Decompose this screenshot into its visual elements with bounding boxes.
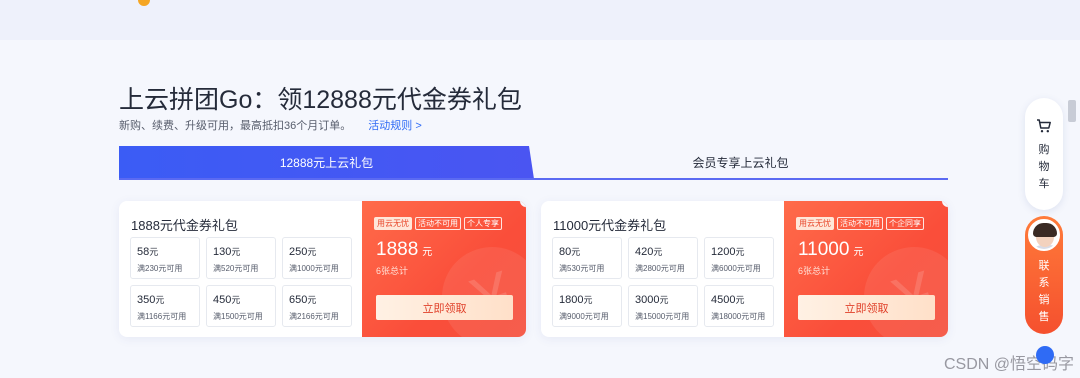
voucher-condition: 满230元可用 (137, 264, 183, 273)
ticket-notch (520, 201, 526, 207)
voucher-unit: 元 (659, 295, 669, 305)
total-amount: 1888 元 (376, 239, 433, 260)
claim-button[interactable]: 立即领取 (376, 295, 513, 320)
voucher-unit: 元 (149, 247, 159, 257)
voucher-unit: 元 (735, 247, 745, 257)
voucher-unit: 元 (307, 247, 317, 257)
sales-avatar (1028, 219, 1060, 251)
tag-list: 用云无忧 活动不可用 个人专享 (374, 217, 502, 230)
cart-icon (1037, 119, 1051, 133)
voucher-unit: 元 (735, 295, 745, 305)
tab-12888-gift[interactable]: 12888元上云礼包 (119, 146, 534, 179)
voucher-amount: 650 (289, 294, 308, 306)
gift-tabs: 12888元上云礼包 会员专享上云礼包 (119, 146, 948, 180)
voucher-unit: 元 (653, 247, 663, 257)
voucher-amount: 4500 (711, 294, 736, 306)
rules-link[interactable]: 活动规则 > (368, 120, 421, 132)
voucher-amount: 420 (635, 246, 654, 258)
page-title: 上云拼团Go：领12888元代金券礼包 (119, 86, 522, 114)
voucher-item: 450元满1500元可用 (206, 285, 276, 327)
voucher-count: 6张总计 (376, 266, 409, 276)
voucher-condition: 满6000元可用 (711, 264, 761, 273)
voucher-unit: 元 (155, 295, 165, 305)
voucher-item: 420元满2800元可用 (628, 237, 698, 279)
promo-panel: ¥ 用云无忧 活动不可用 个企同享 11000元 6张总计 立即领取 (784, 201, 948, 337)
voucher-item: 3000元满15000元可用 (628, 285, 698, 327)
tab-label: 12888元上云礼包 (279, 156, 374, 170)
tag-badge: 用云无忧 (374, 217, 412, 230)
cart-widget[interactable]: 购物车 (1025, 98, 1063, 210)
voucher-item: 650元满2166元可用 (282, 285, 352, 327)
voucher-condition: 满530元可用 (559, 264, 605, 273)
voucher-item: 1200元满6000元可用 (704, 237, 774, 279)
promo-panel: ¥ 用云无忧 活动不可用 个人专享 1888元 6张总计 立即领取 (362, 201, 526, 337)
voucher-condition: 满18000元可用 (711, 312, 766, 321)
tag-badge: 个企同享 (886, 217, 924, 230)
voucher-unit: 元 (571, 247, 581, 257)
claim-button[interactable]: 立即领取 (798, 295, 935, 320)
voucher-condition: 满15000元可用 (635, 312, 690, 321)
voucher-amount: 80 (559, 246, 572, 258)
ticket-notch (942, 201, 948, 207)
voucher-amount: 350 (137, 294, 156, 306)
voucher-amount: 250 (289, 246, 308, 258)
voucher-item: 58元满230元可用 (130, 237, 200, 279)
voucher-condition: 满2800元可用 (635, 264, 685, 273)
voucher-item: 130元满520元可用 (206, 237, 276, 279)
tab-underline (119, 178, 948, 180)
voucher-condition: 满2166元可用 (289, 312, 339, 321)
voucher-amount: 450 (213, 294, 232, 306)
total-amount: 11000 元 (798, 239, 864, 260)
voucher-item: 350元满1166元可用 (130, 285, 200, 327)
voucher-unit: 元 (307, 295, 317, 305)
card-title: 11000元代金券礼包 (553, 218, 667, 233)
voucher-item: 4500元满18000元可用 (704, 285, 774, 327)
help-bubble-icon[interactable] (1036, 346, 1054, 364)
gift-card-1888: 1888元代金券礼包 58元 满230元可用 130元 满520元可用 250元 满1… (119, 201, 526, 337)
yen-watermark-icon: ¥ (428, 233, 526, 337)
voucher-condition: 满1166元可用 (137, 312, 187, 321)
gift-card-11000: 11000元代金券礼包 80元 满530元可用 420元 满2800元可用 1200… (541, 201, 948, 337)
contact-sales-label: 联系销售 (1038, 260, 1050, 323)
voucher-amount: 58 (137, 246, 150, 258)
tag-list: 用云无忧 活动不可用 个企同享 (796, 217, 924, 230)
yen-watermark-icon: ¥ (850, 233, 948, 337)
voucher-item: 80元满530元可用 (552, 237, 622, 279)
subtitle-text: 新购、续费、升级可用，最高抵扣36个月订单。 (119, 120, 352, 132)
voucher-condition: 满1500元可用 (213, 312, 263, 321)
tag-badge: 活动不可用 (837, 217, 883, 230)
voucher-amount: 1200 (711, 246, 736, 258)
tag-badge: 用云无忧 (796, 217, 834, 230)
contact-sales-widget[interactable]: 联系销售 (1025, 216, 1063, 334)
voucher-item: 1800元满9000元可用 (552, 285, 622, 327)
voucher-condition: 满1000元可用 (289, 264, 339, 273)
voucher-unit: 元 (231, 295, 241, 305)
voucher-unit: 元 (231, 247, 241, 257)
voucher-amount: 1800 (559, 294, 584, 306)
tab-label: 会员专享上云礼包 (692, 156, 789, 170)
voucher-amount: 130 (213, 246, 232, 258)
top-decoration-dot (138, 0, 150, 6)
page-scrollbar[interactable] (1068, 100, 1076, 122)
tag-badge: 个人专享 (464, 217, 502, 230)
top-banner-band (0, 0, 1080, 40)
csdn-watermark: CSDN @悟空码字 (944, 356, 1075, 373)
voucher-count: 6张总计 (798, 266, 831, 276)
voucher-condition: 满520元可用 (213, 264, 259, 273)
voucher-amount: 3000 (635, 294, 660, 306)
voucher-item: 250元满1000元可用 (282, 237, 352, 279)
cart-label: 购物车 (1038, 144, 1050, 190)
tag-badge: 活动不可用 (415, 217, 461, 230)
voucher-unit: 元 (583, 295, 593, 305)
card-title: 1888元代金券礼包 (131, 218, 238, 233)
voucher-condition: 满9000元可用 (559, 312, 609, 321)
page-subtitle: 新购、续费、升级可用，最高抵扣36个月订单。 活动规则 > (119, 117, 422, 133)
tab-member-gift[interactable]: 会员专享上云礼包 (533, 146, 948, 179)
